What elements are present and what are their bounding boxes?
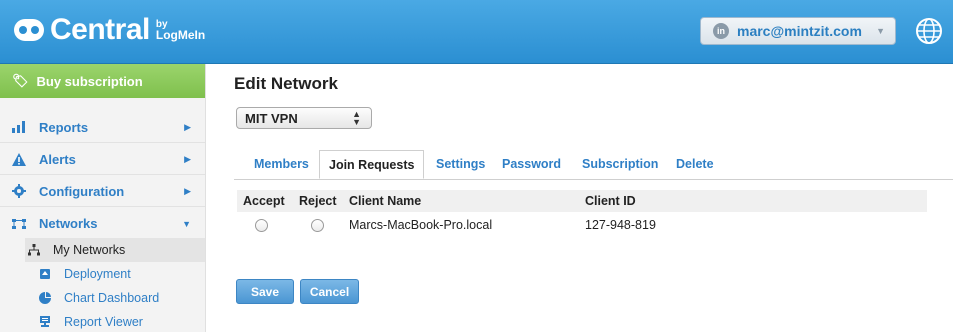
logmein-logo-icon [14,19,44,41]
column-header-client-id: Client ID [585,194,636,208]
chevron-down-icon: ▼ [182,218,191,229]
sidebar-subitem-report-viewer[interactable]: Report Viewer [38,310,205,334]
sidebar-item-networks[interactable]: Networks ▼ [0,208,205,239]
chevron-right-icon: ▶ [184,121,191,132]
sidebar-subitem-chart-dashboard[interactable]: Chart Dashboard [38,286,205,310]
network-tree-icon [27,243,41,257]
client-id-cell: 127-948-819 [585,218,656,232]
linkedin-icon: in [713,23,729,39]
tag-icon: 🏷 [12,73,29,88]
sidebar-item-label: Reports [39,119,89,135]
sidebar-subitem-label: Deployment [64,267,131,281]
column-header-client-name: Client Name [349,194,422,208]
deployment-icon [38,267,52,281]
buy-subscription-label: Buy subscription [36,73,143,89]
tab-subscription[interactable]: Subscription [582,157,658,171]
buy-subscription-button[interactable]: 🏷 Buy subscription [0,64,205,98]
tab-settings[interactable]: Settings [436,157,485,171]
tab-bar: Members Join Requests Settings Password … [234,150,953,180]
logo-byline: by LogMeIn [155,19,206,42]
sidebar-subitem-my-networks[interactable]: My Networks [25,238,205,262]
sidebar: 🏷 Buy subscription Reports ▶ Alerts ▶ Co… [0,64,206,332]
cancel-button[interactable]: Cancel [300,279,359,304]
sidebar-item-reports[interactable]: Reports ▶ [0,112,205,143]
sidebar-item-label: Alerts [39,151,76,167]
sidebar-item-alerts[interactable]: Alerts ▶ [0,144,205,175]
client-name-cell: Marcs-MacBook-Pro.local [349,218,493,232]
sidebar-subitem-label: Report Viewer [64,315,143,329]
sidebar-subitem-label: My Networks [53,243,126,257]
chevron-down-icon: ▼ [876,26,885,36]
pie-chart-icon [38,291,52,305]
top-header: Central by LogMeIn in marc@mintzit.com ▼ [0,0,953,64]
logo-text: Central [50,13,150,46]
accept-radio[interactable] [255,219,268,232]
sidebar-item-label: Configuration [39,183,125,199]
reject-radio[interactable] [311,219,324,232]
logo[interactable]: Central by LogMeIn [14,11,205,49]
gear-icon [12,184,26,198]
bar-chart-icon [12,120,26,134]
network-select-value: MIT VPN [245,110,298,126]
select-arrows-icon: ▲ ▼ [352,109,361,127]
tab-members[interactable]: Members [254,157,309,171]
user-menu-button[interactable]: in marc@mintzit.com ▼ [700,17,896,45]
column-header-reject: Reject [299,194,337,208]
page-title: Edit Network [234,74,338,93]
table-header: Accept Reject Client Name Client ID [237,190,927,212]
network-select[interactable]: MIT VPN ▲ ▼ [236,107,372,129]
tab-delete[interactable]: Delete [676,157,714,171]
sidebar-subitem-label: Chart Dashboard [64,291,160,305]
chevron-right-icon: ▶ [184,185,191,196]
warning-icon [12,152,26,166]
save-button[interactable]: Save [236,279,294,304]
table-row: Marcs-MacBook-Pro.local 127-948-819 [237,215,927,237]
sidebar-subitem-deployment[interactable]: Deployment [38,262,205,286]
user-email: marc@mintzit.com [737,23,862,39]
sidebar-item-label: Networks [39,216,98,231]
network-icon [12,217,26,231]
column-header-accept: Accept [243,194,285,208]
report-viewer-icon [38,315,52,329]
tab-join-requests[interactable]: Join Requests [319,150,425,179]
globe-icon[interactable] [915,17,943,45]
chevron-right-icon: ▶ [184,153,191,164]
tab-password[interactable]: Password [502,157,561,171]
sidebar-item-configuration[interactable]: Configuration ▶ [0,176,205,207]
